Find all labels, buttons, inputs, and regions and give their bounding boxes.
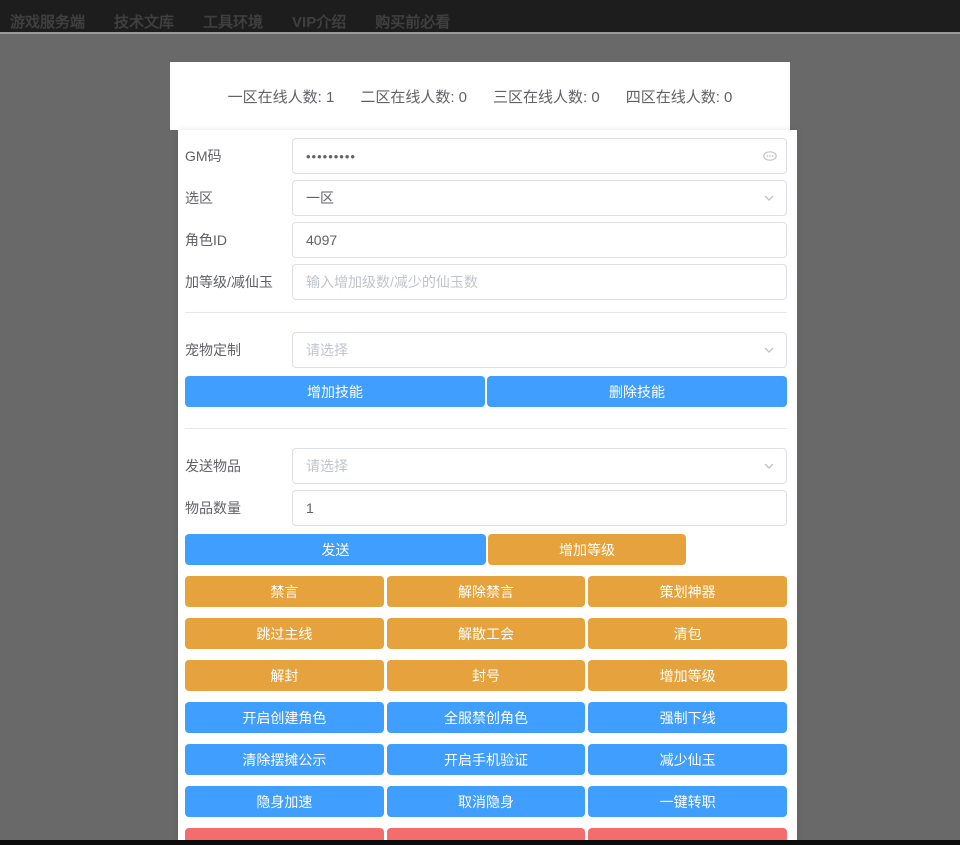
action-button[interactable]: 清包 <box>588 618 787 649</box>
section-divider <box>185 312 787 313</box>
form-row-zone: 选区 一区 <box>185 180 787 216</box>
nav-item[interactable]: 技术文库 <box>114 14 174 31</box>
item-count-field <box>292 490 787 526</box>
action-button[interactable]: 解封 <box>185 660 384 691</box>
action-button[interactable]: 减少仙玉 <box>588 744 787 775</box>
online-stat: 三区在线人数: 0 <box>493 86 600 107</box>
gm-code-label: GM码 <box>185 146 292 166</box>
gm-code-field <box>292 138 787 174</box>
section-divider <box>185 428 787 429</box>
role-id-label: 角色ID <box>185 230 292 250</box>
action-button[interactable]: 清除摆摊公示 <box>185 744 384 775</box>
action-button-row: 清除摆摊公示开启手机验证减少仙玉 <box>185 744 787 775</box>
form-row-pet-custom: 宠物定制 请选择 <box>185 332 787 368</box>
action-button[interactable]: 增加等级 <box>588 660 787 691</box>
chevron-down-icon <box>761 190 777 206</box>
online-stats: 一区在线人数: 1 二区在线人数: 0 三区在线人数: 0 四区在线人数: 0 <box>228 86 733 107</box>
delete-skill-button[interactable]: 删除技能 <box>487 376 787 407</box>
send-button[interactable]: 发送 <box>185 534 486 565</box>
item-count-label: 物品数量 <box>185 498 292 518</box>
action-button[interactable]: 隐身加速 <box>185 786 384 817</box>
zone-label: 选区 <box>185 188 292 208</box>
gm-form-panel: GM码 选区 一区 角色ID <box>178 130 797 845</box>
nav-item[interactable]: 工具环境 <box>203 14 263 31</box>
level-jade-field <box>292 264 787 300</box>
action-button[interactable]: 封号 <box>387 660 586 691</box>
action-button-row: 隐身加速取消隐身一键转职 <box>185 786 787 817</box>
nav-item[interactable]: 购买前必看 <box>375 14 450 31</box>
form-row-level-jade: 加等级/减仙玉 <box>185 264 787 300</box>
action-button[interactable]: 开启创建角色 <box>185 702 384 733</box>
item-count-input[interactable] <box>292 490 787 526</box>
send-item-select-placeholder: 请选择 <box>306 456 348 476</box>
action-button-grid: 禁言解除禁言策划神器跳过主线解散工会清包解封封号增加等级开启创建角色全服禁创角色… <box>185 576 787 845</box>
action-button[interactable]: 取消隐身 <box>387 786 586 817</box>
action-button[interactable]: 解散工会 <box>387 618 586 649</box>
action-button[interactable]: 禁言 <box>185 576 384 607</box>
form-row-gm-code: GM码 <box>185 138 787 174</box>
form-row-item-count: 物品数量 <box>185 490 787 526</box>
action-button[interactable]: 策划神器 <box>588 576 787 607</box>
action-button-row: 解封封号增加等级 <box>185 660 787 691</box>
form-row-role-id: 角色ID <box>185 222 787 258</box>
gm-code-input[interactable] <box>292 138 787 174</box>
send-button-row: 发送 增加等级 <box>185 534 787 565</box>
send-item-select[interactable]: 请选择 <box>292 448 787 484</box>
action-button[interactable]: 一键转职 <box>588 786 787 817</box>
role-id-input[interactable] <box>292 222 787 258</box>
send-item-label: 发送物品 <box>185 456 292 476</box>
add-level-button[interactable]: 增加等级 <box>488 534 686 565</box>
online-stat: 一区在线人数: 1 <box>228 86 335 107</box>
pet-custom-select-placeholder: 请选择 <box>306 340 348 360</box>
online-stat: 二区在线人数: 0 <box>360 86 467 107</box>
online-stat: 四区在线人数: 0 <box>626 86 733 107</box>
nav-item[interactable]: VIP介绍 <box>292 14 346 31</box>
action-button-row: 开启创建角色全服禁创角色强制下线 <box>185 702 787 733</box>
top-navbar: 游戏服务端 技术文库 工具环境 VIP介绍 购买前必看 <box>0 0 960 34</box>
skill-button-row: 增加技能 删除技能 <box>185 376 787 407</box>
nav-item[interactable]: 游戏服务端 <box>10 14 85 31</box>
action-button[interactable]: 全服禁创角色 <box>387 702 586 733</box>
action-button[interactable]: 跳过主线 <box>185 618 384 649</box>
action-button[interactable]: 强制下线 <box>588 702 787 733</box>
action-button-row: 跳过主线解散工会清包 <box>185 618 787 649</box>
online-stats-card: 一区在线人数: 1 二区在线人数: 0 三区在线人数: 0 四区在线人数: 0 <box>170 62 790 130</box>
chevron-down-icon <box>761 342 777 358</box>
action-button[interactable]: 开启手机验证 <box>387 744 586 775</box>
pet-custom-select[interactable]: 请选择 <box>292 332 787 368</box>
level-jade-label: 加等级/减仙玉 <box>185 272 292 292</box>
level-jade-input[interactable] <box>292 264 787 300</box>
eye-icon[interactable] <box>762 148 778 164</box>
add-skill-button[interactable]: 增加技能 <box>185 376 485 407</box>
pet-custom-label: 宠物定制 <box>185 340 292 360</box>
form-row-send-item: 发送物品 请选择 <box>185 448 787 484</box>
bottom-strip <box>0 840 960 845</box>
action-button[interactable]: 解除禁言 <box>387 576 586 607</box>
chevron-down-icon <box>761 458 777 474</box>
role-id-field <box>292 222 787 258</box>
action-button-row: 禁言解除禁言策划神器 <box>185 576 787 607</box>
zone-select-value: 一区 <box>306 188 334 208</box>
zone-select[interactable]: 一区 <box>292 180 787 216</box>
